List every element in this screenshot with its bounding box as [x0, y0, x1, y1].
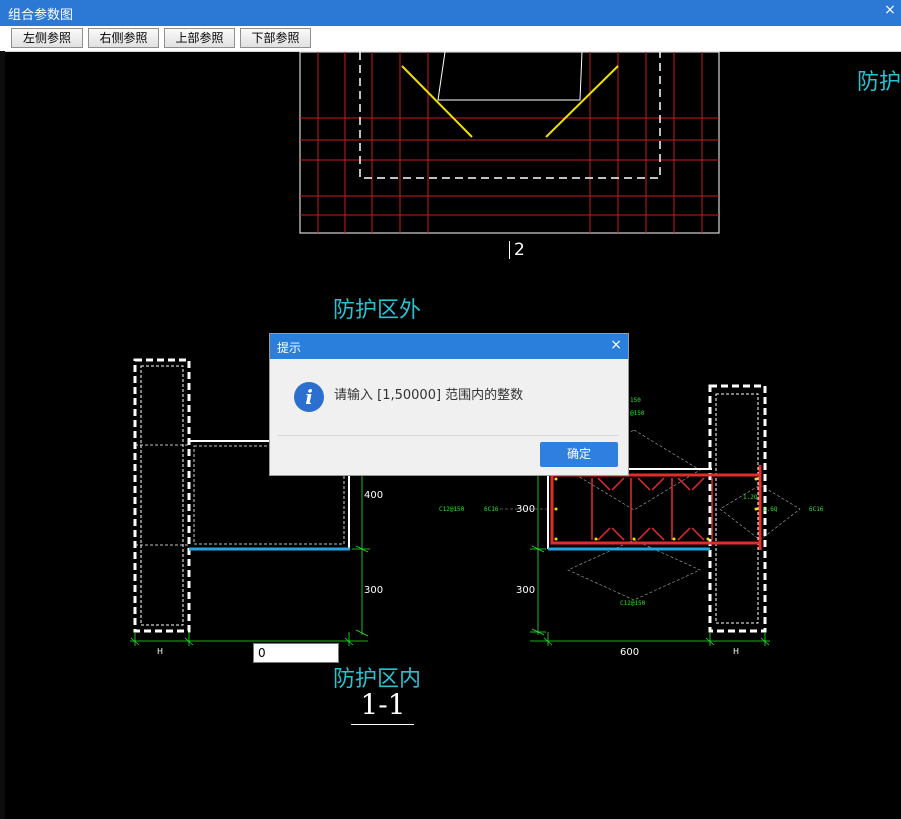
dim-300-right-top: 300 — [516, 504, 536, 515]
section-underline — [351, 724, 414, 725]
label-outside-zone: 防护区外 — [333, 298, 422, 323]
label-protection-top: 防护 — [857, 70, 901, 95]
rebar-label-6c16-left: 6C16 — [484, 506, 499, 513]
dim-600: 600 — [620, 647, 640, 658]
dialog-title: 提示 — [277, 341, 302, 355]
top-plan-view — [299, 51, 720, 234]
dialog-message: 请输入 [1,50000] 范围内的整数 — [334, 388, 524, 403]
dim-h-left: H — [157, 647, 164, 656]
dim-300-left: 300 — [364, 585, 384, 596]
dialog-separator — [278, 435, 619, 436]
dim-h-right: H — [733, 647, 740, 656]
prompt-dialog: 提示 × i 请输入 [1,50000] 范围内的整数 确定 — [269, 333, 629, 476]
rebar-label-c12-left: C12@150 — [439, 506, 465, 513]
rebar-label-top2: @150 — [630, 410, 645, 417]
dim-400: 400 — [364, 490, 384, 501]
rebar-label-c12-bottom: C12@150 — [620, 600, 646, 607]
ok-button[interactable]: 确定 — [540, 442, 618, 467]
dialog-close-icon[interactable]: × — [610, 337, 622, 353]
rebar-label-side2: 1.6Q — [763, 506, 778, 513]
section-mark: 1-1 — [360, 688, 406, 721]
info-icon: i — [294, 382, 324, 412]
dim-300-right: 300 — [516, 585, 536, 596]
dimension-value-input[interactable] — [253, 643, 339, 663]
axis-number: 2 — [509, 241, 525, 259]
rebar-label-top1: 150 — [630, 397, 641, 404]
dialog-titlebar: 提示 × — [270, 334, 628, 359]
rebar-label-side1: 1.2Q — [743, 494, 758, 501]
rebar-label-6c16-right: 6C16 — [809, 506, 824, 513]
